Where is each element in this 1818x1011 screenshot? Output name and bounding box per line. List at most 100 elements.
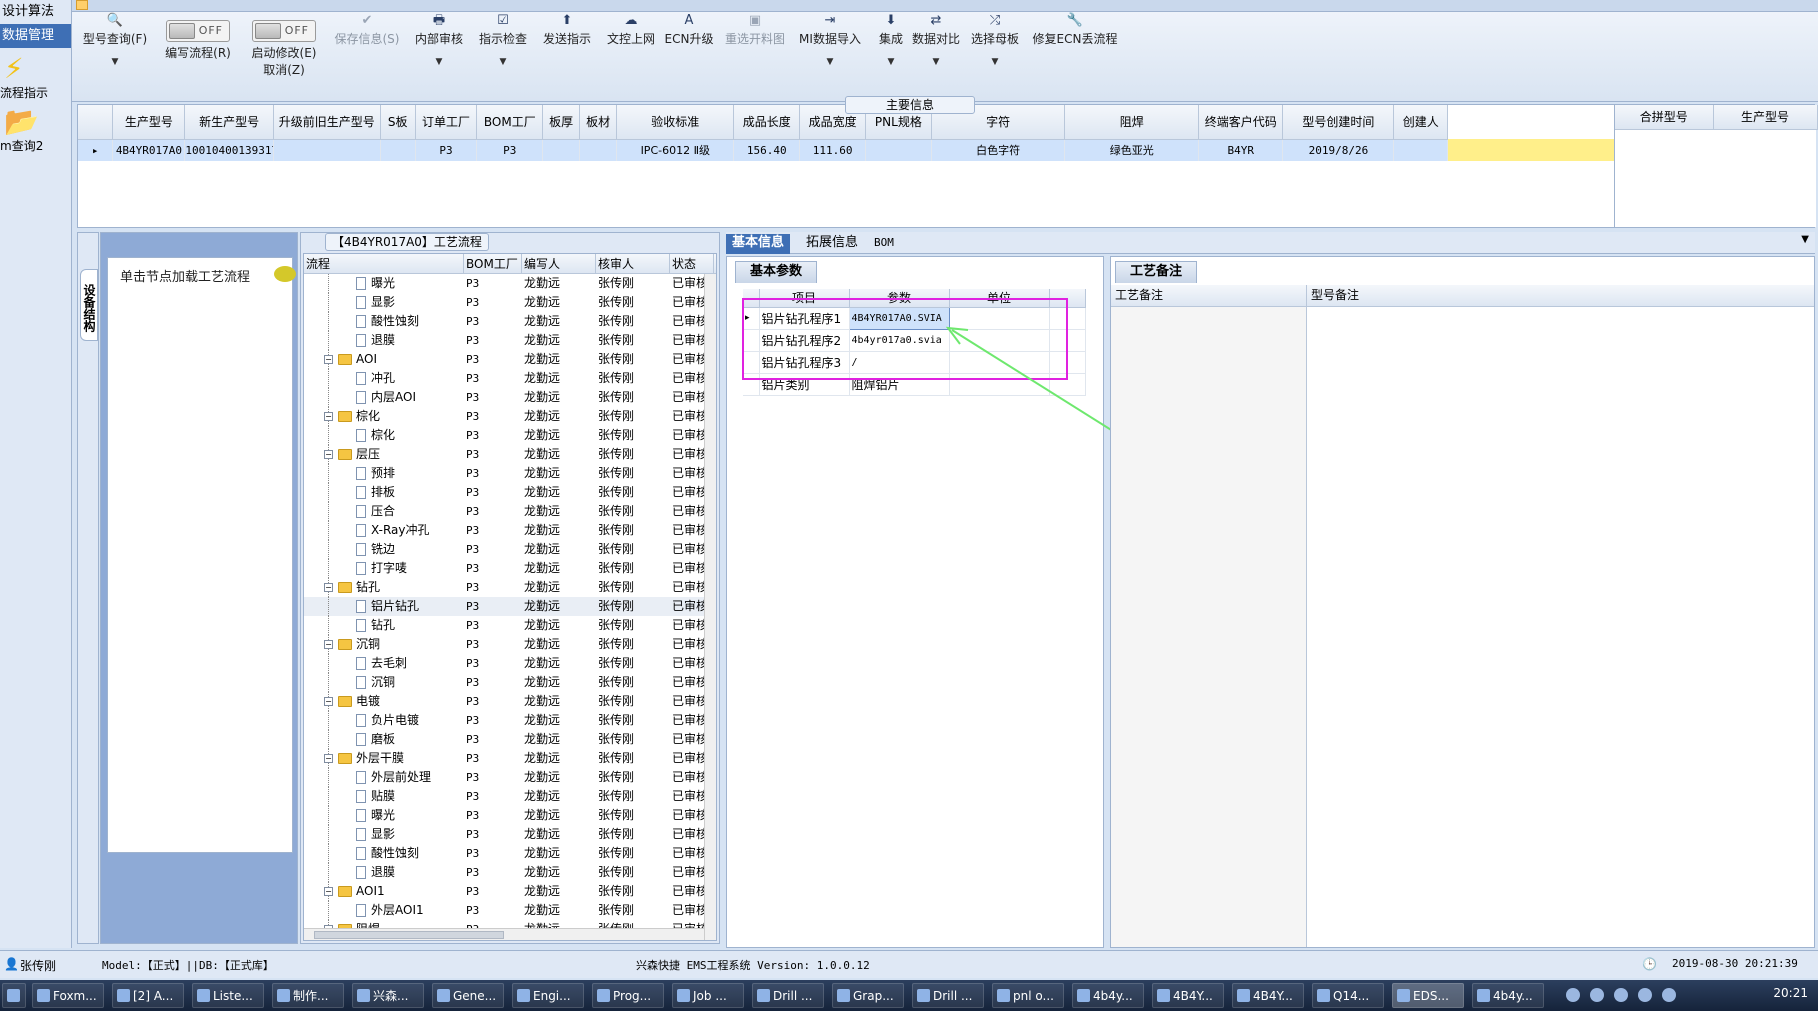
- flow-row[interactable]: 磨板 P3 龙勤远 张传刚 已审核: [304, 730, 716, 749]
- flow-row[interactable]: − 外层干膜 P3 龙勤远 张传刚 已审核: [304, 749, 716, 768]
- off-toggle[interactable]: OFF: [252, 20, 316, 42]
- main-cell-8[interactable]: IPC-6012 Ⅱ级: [616, 139, 735, 161]
- flow-row[interactable]: − AOI P3 龙勤远 张传刚 已审核: [304, 350, 716, 369]
- flow-col-writer[interactable]: 编写人: [522, 254, 596, 273]
- flow-col-process[interactable]: 流程: [304, 254, 464, 273]
- cancel-label[interactable]: 取消(Z): [263, 63, 305, 77]
- subtab-basic-params[interactable]: 基本参数: [735, 261, 818, 283]
- folder-icon[interactable]: 📂: [4, 107, 71, 137]
- select-mother-board-button[interactable]: ⤮ 选择母板 ▼: [962, 12, 1028, 67]
- flow-row[interactable]: 退膜 P3 龙勤远 张传刚 已审核: [304, 863, 716, 882]
- start-modify-toggle[interactable]: OFF 启动修改(E) 取消(Z): [242, 12, 326, 78]
- taskbar-item[interactable]: Liste...: [192, 983, 264, 1008]
- flow-row[interactable]: 棕化 P3 龙勤远 张传刚 已审核: [304, 426, 716, 445]
- flow-row[interactable]: 贴膜 P3 龙勤远 张传刚 已审核: [304, 787, 716, 806]
- taskbar-item[interactable]: Job ...: [672, 983, 744, 1008]
- flow-row[interactable]: 显影 P3 龙勤远 张传刚 已审核: [304, 825, 716, 844]
- nav-item-design-algorithm[interactable]: 设计算法: [0, 0, 71, 24]
- subtab-process-remark[interactable]: 工艺备注: [1115, 261, 1198, 283]
- taskbar-item[interactable]: Q14...: [1312, 983, 1384, 1008]
- off-toggle[interactable]: OFF: [166, 20, 230, 42]
- doc-control-upload-button[interactable]: ☁ 文控上网: [600, 12, 662, 47]
- main-col-4[interactable]: 订单工厂: [415, 105, 478, 140]
- scroll-thumb[interactable]: [314, 931, 504, 939]
- speaker-icon[interactable]: [1638, 988, 1652, 1002]
- taskbar-item[interactable]: Grap...: [832, 983, 904, 1008]
- flow-row[interactable]: 负片电镀 P3 龙勤远 张传刚 已审核: [304, 711, 716, 730]
- process-remark-area[interactable]: [1111, 307, 1307, 947]
- fix-ecn-lost-flow-button[interactable]: 🔧 修复ECN丢流程: [1030, 12, 1120, 47]
- taskbar-item[interactable]: 4b4y...: [1072, 983, 1144, 1008]
- flow-row[interactable]: − 电镀 P3 龙勤远 张传刚 已审核: [304, 692, 716, 711]
- main-col-14[interactable]: 终端客户代码: [1198, 105, 1284, 140]
- collapse-icon[interactable]: −: [324, 450, 333, 459]
- network-icon[interactable]: [1614, 988, 1628, 1002]
- main-col-15[interactable]: 型号创建时间: [1282, 105, 1395, 140]
- taskbar-item[interactable]: 制作...: [272, 983, 344, 1008]
- chevron-down-icon[interactable]: ▼: [472, 57, 534, 67]
- main-col-7[interactable]: 板材: [579, 105, 618, 140]
- taskbar-item[interactable]: 4b4y...: [1472, 983, 1544, 1008]
- nav-shortcut-flow-instruction[interactable]: 流程指示: [0, 84, 71, 101]
- main-col-1[interactable]: 新生产型号: [184, 105, 274, 140]
- write-flow-toggle[interactable]: OFF 编写流程(R): [158, 12, 238, 61]
- taskbar-item[interactable]: 4B4Y...: [1232, 983, 1304, 1008]
- flow-col-reviewer[interactable]: 核审人: [596, 254, 670, 273]
- vertical-tab[interactable]: 设备结构: [80, 269, 98, 341]
- node-tree[interactable]: 单击节点加载工艺流程: [107, 257, 296, 853]
- remark-col-model[interactable]: 型号备注: [1307, 285, 1814, 307]
- flow-row[interactable]: − 层压 P3 龙勤远 张传刚 已审核: [304, 445, 716, 464]
- app-tab-icon[interactable]: [76, 0, 88, 10]
- flow-row[interactable]: 钻孔 P3 龙勤远 张传刚 已审核: [304, 616, 716, 635]
- collapse-icon[interactable]: −: [324, 887, 333, 896]
- flow-row[interactable]: 压合 P3 龙勤远 张传刚 已审核: [304, 502, 716, 521]
- taskbar-item[interactable]: Foxm...: [32, 983, 104, 1008]
- flow-row[interactable]: 铣边 P3 龙勤远 张传刚 已审核: [304, 540, 716, 559]
- main-cell-16[interactable]: [1393, 139, 1448, 161]
- flow-row[interactable]: 外层AOI1 P3 龙勤远 张传刚 已审核: [304, 901, 716, 920]
- send-instruction-button[interactable]: ⬆ 发送指示: [536, 12, 598, 47]
- flow-row[interactable]: 退膜 P3 龙勤远 张传刚 已审核: [304, 331, 716, 350]
- main-col-6[interactable]: 板厚: [542, 105, 581, 140]
- main-col-13[interactable]: 阻焊: [1064, 105, 1200, 140]
- mi-data-import-button[interactable]: ⇥ MI数据导入 ▼: [792, 12, 868, 67]
- main-cell-6[interactable]: [542, 139, 581, 161]
- main-col-16[interactable]: 创建人: [1393, 105, 1448, 140]
- flow-col-status[interactable]: 状态: [670, 254, 714, 273]
- help-icon[interactable]: [1590, 988, 1604, 1002]
- chevron-down-icon[interactable]: ▼: [906, 57, 966, 67]
- yellow-cell[interactable]: [1448, 139, 1614, 161]
- flow-row[interactable]: 外层前处理 P3 龙勤远 张传刚 已审核: [304, 768, 716, 787]
- flow-row[interactable]: 酸性蚀刻 P3 龙勤远 张传刚 已审核: [304, 844, 716, 863]
- collapse-icon[interactable]: −: [324, 583, 333, 592]
- taskbar-item[interactable]: EDS...: [1392, 983, 1464, 1008]
- main-col-0[interactable]: 生产型号: [112, 105, 186, 140]
- tab-bom[interactable]: BOM: [868, 234, 900, 254]
- taskbar-item[interactable]: [2] A...: [112, 983, 184, 1008]
- main-col-3[interactable]: S板: [380, 105, 416, 140]
- instruction-check-button[interactable]: ☑ 指示检查 ▼: [472, 12, 534, 67]
- merge-model-header[interactable]: 合拼型号: [1615, 105, 1714, 130]
- taskbar-item[interactable]: pnl o...: [992, 983, 1064, 1008]
- nav-item-data-management[interactable]: 数据管理: [0, 24, 71, 48]
- taskbar-item[interactable]: 4B4Y...: [1152, 983, 1224, 1008]
- main-cell-7[interactable]: [579, 139, 618, 161]
- flow-row[interactable]: 内层AOI P3 龙勤远 张传刚 已审核: [304, 388, 716, 407]
- taskbar-item[interactable]: Gene...: [432, 983, 504, 1008]
- flow-row[interactable]: 预排 P3 龙勤远 张传刚 已审核: [304, 464, 716, 483]
- model-query-button[interactable]: 🔍 型号查询(F) ▼: [80, 12, 150, 67]
- main-cell-11[interactable]: [865, 139, 932, 161]
- main-cell-15[interactable]: 2019/8/26: [1282, 139, 1395, 161]
- start-button[interactable]: [2, 983, 26, 1008]
- flow-row[interactable]: − 棕化 P3 龙勤远 张传刚 已审核: [304, 407, 716, 426]
- collapse-icon[interactable]: −: [324, 640, 333, 649]
- main-cell-10[interactable]: 111.60: [799, 139, 866, 161]
- horizontal-scrollbar[interactable]: [304, 928, 704, 940]
- main-cell-13[interactable]: 绿色亚光: [1064, 139, 1200, 161]
- flow-row[interactable]: 冲孔 P3 龙勤远 张传刚 已审核: [304, 369, 716, 388]
- flow-row[interactable]: 曝光 P3 龙勤远 张传刚 已审核: [304, 806, 716, 825]
- collapse-icon[interactable]: −: [324, 754, 333, 763]
- chevron-down-icon[interactable]: ▼: [408, 57, 470, 67]
- internal-review-button[interactable]: 🖶 内部审核 ▼: [408, 12, 470, 67]
- main-cell-9[interactable]: 156.40: [733, 139, 801, 161]
